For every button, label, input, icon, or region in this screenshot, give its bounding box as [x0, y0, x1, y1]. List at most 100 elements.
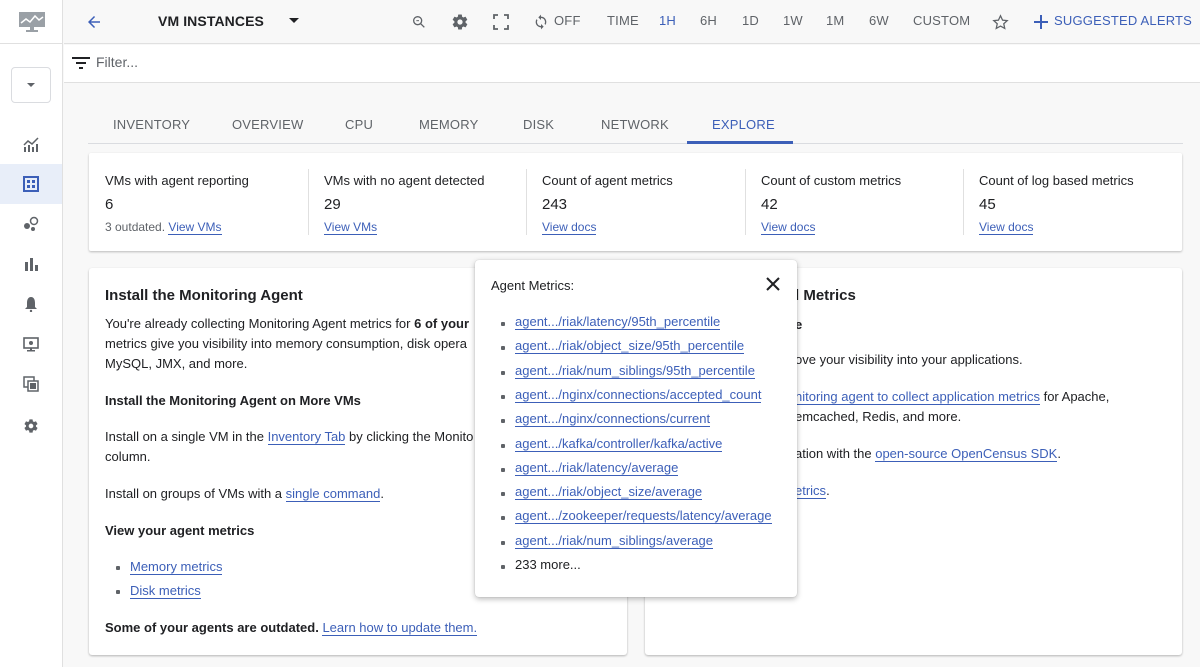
- tab-disk[interactable]: DISK: [523, 117, 554, 132]
- opencensus-text: ation with the: [795, 446, 876, 461]
- agent-metric-link[interactable]: agent.../riak/object_size/average: [515, 484, 703, 501]
- arrow-back-icon: [88, 16, 100, 28]
- sidebar-item-uptime-checks[interactable]: [0, 324, 62, 364]
- bullet: [501, 443, 505, 448]
- suggested-alerts-add-icon[interactable]: [1031, 12, 1051, 32]
- visibility-line: ove your visibility into your applicatio…: [795, 352, 1023, 367]
- single-command-link[interactable]: single command: [285, 486, 381, 502]
- outdated-line: Some of your agents are outdated. Learn …: [105, 618, 478, 638]
- fullscreen-button[interactable]: [491, 12, 511, 32]
- time-range-1h[interactable]: 1H: [659, 13, 676, 28]
- monitor-icon: [23, 337, 39, 352]
- agent-metrics-popup: Agent Metrics: agent.../riak/latency/95t…: [475, 260, 797, 597]
- agent-metric-link[interactable]: agent.../riak/latency/average: [515, 460, 679, 476]
- more-metrics-text: 233 more...: [515, 557, 581, 572]
- agent-metric-link[interactable]: agent.../nginx/connections/accepted_coun…: [515, 387, 762, 403]
- line-bar-chart-icon: [23, 137, 39, 152]
- card-title: l Metrics: [795, 287, 856, 304]
- apache-text: for Apache,: [1039, 389, 1110, 404]
- time-label: TIME: [607, 13, 639, 28]
- view-vms-link[interactable]: View VMs: [168, 220, 222, 235]
- sidebar-item-dashboards[interactable]: [0, 164, 62, 204]
- disk-metrics-link[interactable]: Disk metrics: [130, 583, 201, 599]
- tab-explore[interactable]: EXPLORE: [712, 117, 775, 132]
- bullet: [116, 566, 120, 570]
- opencensus-sdk-link[interactable]: open-source OpenCensus SDK: [875, 446, 1058, 462]
- agent-metric-link[interactable]: agent.../riak/num_siblings/95th_percenti…: [515, 363, 755, 379]
- time-range-1d[interactable]: 1D: [742, 13, 759, 28]
- agent-metric-link[interactable]: agent.../riak/object_size/95th_percentil…: [515, 338, 745, 355]
- filter-list-icon: [72, 57, 90, 69]
- outdated-text: Some of your agents are outdated.: [105, 620, 323, 635]
- chevron-down-icon: [27, 83, 35, 87]
- bullet: [501, 467, 505, 472]
- intro-bold: 6 of your: [414, 316, 470, 331]
- sidebar-item-services[interactable]: [0, 204, 62, 244]
- popup-title: Agent Metrics:: [491, 278, 575, 293]
- close-button[interactable]: [763, 274, 783, 294]
- inventory-tab-link[interactable]: Inventory Tab: [267, 429, 346, 445]
- apps-line: emcached, Redis, and more.: [795, 409, 962, 424]
- update-agents-link[interactable]: Learn how to update them.: [322, 620, 478, 636]
- filter-bar: [64, 45, 1200, 83]
- bullet: [501, 516, 505, 521]
- collect-app-metrics-link[interactable]: nitoring agent to collect application me…: [795, 389, 1040, 405]
- sidebar-item-metrics-explorer[interactable]: [0, 124, 62, 164]
- sidebar-item-bar-charts[interactable]: [0, 244, 62, 284]
- sidebar-item-alerting[interactable]: [0, 284, 62, 324]
- bell-icon: [25, 297, 37, 312]
- time-range-6h[interactable]: 6H: [700, 13, 717, 28]
- view-vms-link[interactable]: View VMs: [324, 220, 378, 235]
- star-outline-icon: [991, 13, 1009, 30]
- settings-button[interactable]: [450, 12, 470, 32]
- bullet: [501, 540, 505, 545]
- stat-sub: 3 outdated. View VMs: [105, 220, 222, 235]
- tab-network[interactable]: NETWORK: [601, 117, 669, 132]
- time-range-1m[interactable]: 1M: [826, 13, 844, 28]
- opencensus-line: ation with the open-source OpenCensus SD…: [795, 444, 1061, 464]
- stat-sub: View docs: [542, 220, 597, 235]
- left-nav-rail: [0, 0, 63, 667]
- view-docs-link[interactable]: View docs: [979, 220, 1034, 235]
- stat-label: VMs with agent reporting: [105, 173, 249, 188]
- agent-metric-link[interactable]: agent.../nginx/connections/current: [515, 411, 711, 428]
- monitoring-logo[interactable]: [0, 0, 63, 44]
- agent-metric-link[interactable]: agent.../riak/latency/95th_percentile: [515, 314, 721, 330]
- groups-icon: [23, 376, 39, 392]
- sidebar-item-settings[interactable]: [0, 406, 62, 446]
- divider: [526, 169, 527, 235]
- back-button[interactable]: [82, 10, 106, 34]
- suggested-alerts-button[interactable]: SUGGESTED ALERTS: [1054, 13, 1192, 28]
- auto-refresh-status[interactable]: OFF: [554, 13, 581, 28]
- time-range-6w[interactable]: 6W: [869, 13, 889, 28]
- metrics-link[interactable]: etrics: [795, 483, 827, 499]
- view-docs-link[interactable]: View docs: [542, 220, 597, 235]
- view-docs-link[interactable]: View docs: [761, 220, 816, 235]
- bullet: [501, 419, 505, 424]
- agent-metric-link[interactable]: agent.../kafka/controller/kafka/active: [515, 436, 723, 452]
- agent-metric-link[interactable]: agent.../riak/num_siblings/average: [515, 533, 714, 549]
- zoom-search-button[interactable]: [409, 12, 429, 32]
- favorite-button[interactable]: [990, 12, 1010, 32]
- project-selector[interactable]: [11, 67, 51, 103]
- tab-cpu[interactable]: CPU: [345, 117, 373, 132]
- dashboard-selector-dropdown[interactable]: [289, 18, 299, 23]
- tab-inventory[interactable]: INVENTORY: [113, 117, 190, 132]
- memory-metrics-link[interactable]: Memory metrics: [130, 559, 223, 575]
- dashboard-title: VM INSTANCES: [158, 13, 264, 29]
- tab-memory[interactable]: MEMORY: [419, 117, 478, 132]
- agent-app-metrics-line: nitoring agent to collect application me…: [795, 387, 1109, 407]
- period: .: [826, 483, 830, 498]
- card-title: Install the Monitoring Agent: [105, 287, 303, 304]
- sidebar-item-groups[interactable]: [0, 364, 62, 404]
- stat-value: 45: [979, 196, 996, 213]
- tab-overview[interactable]: OVERVIEW: [232, 117, 303, 132]
- time-range-custom[interactable]: CUSTOM: [913, 13, 970, 28]
- bullet: [501, 322, 505, 326]
- time-range-1w[interactable]: 1W: [783, 13, 803, 28]
- fullscreen-icon: [493, 14, 509, 30]
- agent-metric-link[interactable]: agent.../zookeeper/requests/latency/aver…: [515, 508, 772, 525]
- auto-refresh-button[interactable]: [531, 12, 551, 32]
- filter-input[interactable]: [96, 54, 496, 70]
- dashboard-icon: [23, 176, 39, 192]
